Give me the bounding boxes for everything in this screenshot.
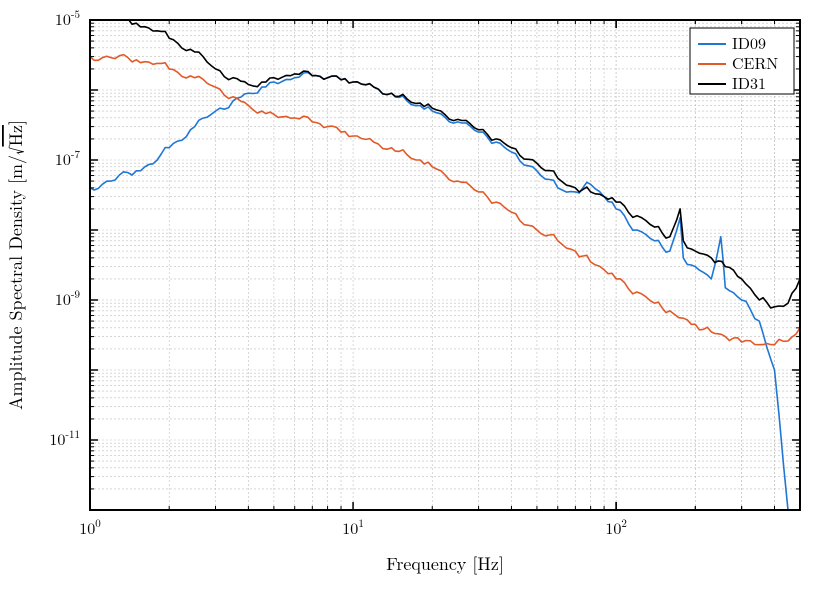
x-axis-label: Frequency [Hz] (386, 551, 504, 576)
svg-text:10-5: 10-5 (55, 7, 80, 30)
svg-text:100: 100 (79, 516, 101, 539)
svg-text:10-7: 10-7 (55, 147, 81, 170)
svg-text:10-11: 10-11 (49, 427, 80, 450)
chart-container: 100 101 102 10-11 10-9 10-7 10-5 Frequency [H… (0, 0, 823, 590)
line-chart: 100 101 102 10-11 10-9 10-7 10-5 Frequency [H… (0, 0, 823, 590)
svg-text:10-9: 10-9 (55, 287, 81, 310)
series-id09 (90, 73, 788, 511)
series-cern (90, 55, 800, 345)
svg-text:101: 101 (342, 516, 364, 539)
y-tick-labels: 10-11 10-9 10-7 10-5 (49, 7, 80, 450)
y-axis-label: Amplitude Spectral Density [m/√Hz] (3, 120, 28, 410)
svg-text:102: 102 (605, 516, 627, 539)
legend-label-id31: ID31 (732, 71, 766, 94)
x-tick-labels: 100 101 102 (79, 516, 627, 539)
legend: ID09CERNID31 (690, 28, 794, 94)
